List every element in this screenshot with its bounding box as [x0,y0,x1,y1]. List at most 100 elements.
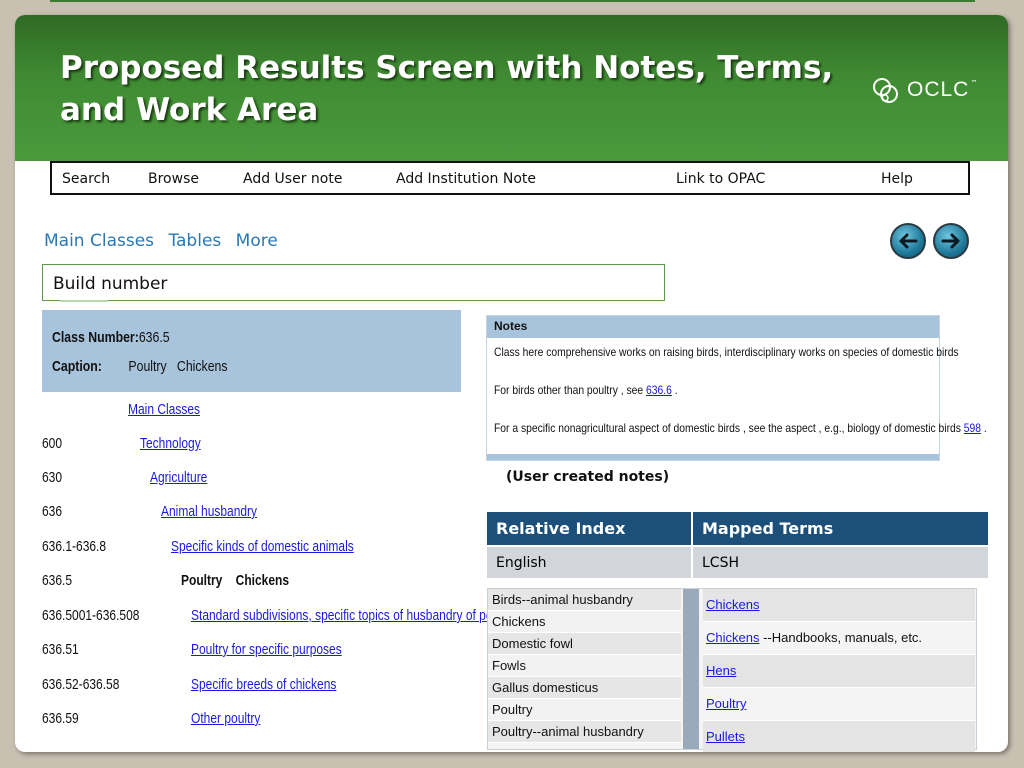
menu-link-to-opac[interactable]: Link to OPAC [676,171,765,187]
back-button[interactable] [890,223,926,259]
hierarchy-link[interactable]: Main Classes [128,401,200,418]
note-line: For birds other than poultry , see 636.6… [494,383,678,397]
note-line: For a specific nonagricultural aspect of… [494,421,987,435]
terms-panel: Birds--animal husbandry Chickens Domesti… [487,588,977,752]
note-text: For a specific nonagricultural aspect of… [494,421,964,435]
tab-bar: Main Classes Tables More [44,231,287,251]
hierarchy-number: 636 [42,503,63,520]
mapped-term: Chickens [703,589,975,622]
hierarchy-number: 636.5 [42,572,73,589]
index-term[interactable]: Gallus domesticus [488,677,681,699]
build-number-box[interactable]: Build number [42,264,665,302]
slide-title: Proposed Results Screen with Notes, Term… [60,50,834,128]
forward-button[interactable] [933,223,969,259]
slide-header: Proposed Results Screen with Notes, Term… [15,15,1008,161]
hierarchy-link[interactable]: Specific kinds of domestic animals [171,538,354,555]
notes-footer-bar [487,454,939,460]
menu-browse[interactable]: Browse [148,171,199,187]
mapped-term: Chickens --Handbooks, manuals, etc. [703,622,975,655]
note-text: . [671,383,678,397]
hierarchy-number: 636.51 [42,641,79,658]
note-link-636-6[interactable]: 636.6 [646,383,672,397]
menu-help[interactable]: Help [881,171,913,187]
hierarchy-link[interactable]: Poultry for specific purposes [191,641,342,658]
mapped-term: Hens [703,655,975,688]
hierarchy-row: 600 Technology [42,435,462,457]
hierarchy-row: 636.52-636.58 Specific breeds of chicken… [42,676,462,698]
hierarchy-row: 636.5 Poultry Chickens [42,572,462,594]
hierarchy-link[interactable]: Specific breeds of chickens [191,676,336,693]
hierarchy-row: 636.51 Poultry for specific purposes [42,641,462,663]
tab-more[interactable]: More [236,231,278,251]
notes-header: Notes [487,316,939,338]
logo-text: OCLC [907,78,970,101]
hierarchy-row: 636.5001-636.508 Standard subdivisions, … [42,607,515,629]
top-rule [50,0,975,2]
menu-bar: Search Browse Add User note Add Institut… [50,161,970,195]
caption-label: Caption: [52,358,102,375]
mapped-term-link[interactable]: Chickens [706,597,759,612]
caption-value: Poultry Chickens [128,358,228,375]
note-link-598[interactable]: 598 [964,421,981,435]
hierarchy-number: 636.1-636.8 [42,538,107,555]
index-term[interactable]: Poultry--animal husbandry [488,721,681,743]
note-text: . [981,421,987,435]
index-term[interactable]: Birds--animal husbandry [488,589,681,611]
notes-panel: Notes Class here comprehensive works on … [486,315,987,461]
class-number-label: Class Number: [52,329,139,346]
hierarchy-number: 630 [42,469,63,486]
hierarchy-row: 636.1-636.8 Specific kinds of domestic a… [42,538,462,560]
mapped-terms-list: Chickens Chickens --Handbooks, manuals, … [703,589,975,752]
menu-add-institution-note[interactable]: Add Institution Note [396,171,536,187]
hierarchy-row: 636.59 Other poultry [42,710,462,732]
hierarchy-link[interactable]: Technology [140,435,201,452]
relative-index-language[interactable]: English [487,545,693,578]
mapped-term: Poultry [703,688,975,721]
mapped-term: Pullets [703,721,975,752]
note-text: For birds other than poultry , see [494,383,647,397]
logo-trademark: ™ [970,79,978,87]
arrow-left-icon [899,233,918,249]
mapped-terms-vocabulary[interactable]: LCSH [692,545,990,578]
mapped-term-link[interactable]: Poultry [706,696,746,711]
mapped-term-suffix: --Handbooks, manuals, etc. [759,630,923,645]
hierarchy-number: 636.52-636.58 [42,676,120,693]
index-term[interactable]: Chickens [488,611,681,633]
terms-divider [683,589,699,749]
hierarchy-link[interactable]: Standard subdivisions, specific topics o… [191,607,515,624]
slide: Proposed Results Screen with Notes, Term… [15,15,1008,752]
mapped-term-link[interactable]: Chickens [706,630,759,645]
hierarchy-row: 636 Animal husbandry [42,503,462,525]
class-number-value: 636.5 [138,329,170,346]
menu-add-user-note[interactable]: Add User note [243,171,342,187]
oclc-logo-icon [873,78,898,103]
hierarchy-row: 630 Agriculture [42,469,462,491]
mapped-terms-header: Mapped Terms [692,512,990,546]
relative-index-table: Relative Index Mapped Terms English LCSH [487,512,990,578]
relative-index-header: Relative Index [487,512,693,546]
tab-main-classes[interactable]: Main Classes [44,231,154,251]
tab-tables[interactable]: Tables [168,231,221,251]
mapped-term-link[interactable]: Hens [706,663,736,678]
hierarchy-current-caption: Poultry Chickens [181,572,290,589]
mapped-term-link[interactable]: Pullets [706,729,745,744]
user-notes-label: (User created notes) [506,469,670,485]
oclc-logo: OCLC ™ [871,73,977,107]
menu-search[interactable]: Search [62,171,110,187]
hierarchy-link[interactable]: Agriculture [150,469,207,486]
index-term[interactable]: Fowls [488,655,681,677]
index-term[interactable]: Domestic fowl [488,633,681,655]
hierarchy-number: 636.59 [42,710,79,727]
index-term[interactable]: Poultry [488,699,681,721]
build-number-label: Build number [53,274,168,294]
hierarchy-link[interactable]: Other poultry [191,710,260,727]
index-terms-list: Birds--animal husbandry Chickens Domesti… [488,589,681,743]
build-number-underline [60,300,108,302]
note-line: Class here comprehensive works on raisin… [494,345,959,359]
hierarchy-link[interactable]: Animal husbandry [161,503,257,520]
hierarchy-number: 600 [42,435,63,452]
hierarchy-number: 636.5001-636.508 [42,607,140,624]
hierarchy-row: Main Classes [42,401,462,423]
arrow-right-icon [941,233,960,249]
class-header: Class Number:636.5 Caption: Poultry Chic… [42,310,461,392]
